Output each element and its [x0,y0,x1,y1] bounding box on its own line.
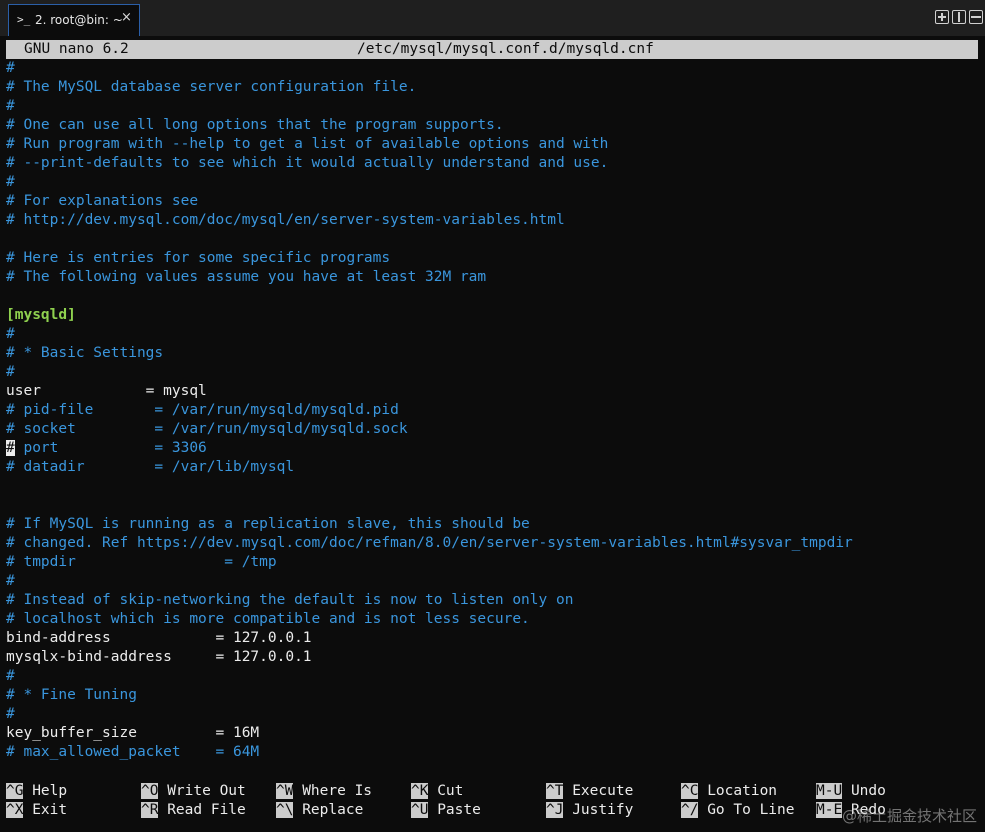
shortcut-key: ^J [546,802,564,818]
editor-line[interactable]: # datadir = /var/lib/mysql [6,458,978,477]
editor-line[interactable]: bind-address = 127.0.0.1 [6,629,978,648]
shortcut-key: M-E [816,802,843,818]
split-vertical-icon[interactable] [952,10,966,24]
editor-line[interactable] [6,477,978,496]
editor-line[interactable]: # port = 3306 [6,439,978,458]
editor-line[interactable]: # [6,59,978,78]
editor-line[interactable]: # [6,705,978,724]
shortcut-key: ^/ [681,802,699,818]
shortcut-replace[interactable]: ^\ Replace [276,801,363,820]
editor-line[interactable]: # [6,325,978,344]
editor-line[interactable]: # If MySQL is running as a replication s… [6,515,978,534]
tab-title: 2. root@bin: ~ [35,13,123,27]
terminal-prompt-icon: >_ [17,13,31,26]
editor-line[interactable]: # http://dev.mysql.com/doc/mysql/en/serv… [6,211,978,230]
text-cursor: # [6,440,15,456]
editor-line[interactable]: key_buffer_size = 16M [6,724,978,743]
shortcut-paste[interactable]: ^U Paste [411,801,481,820]
editor-line[interactable]: # Here is entries for some specific prog… [6,249,978,268]
shortcut-label: Help [32,783,68,799]
shortcut-key: ^W [276,783,294,799]
editor-line[interactable]: # [6,173,978,192]
shortcut-label: Justify [572,802,634,818]
editor-line[interactable]: mysqlx-bind-address = 127.0.0.1 [6,648,978,667]
shortcut-label: Execute [572,783,634,799]
editor-line[interactable]: # * Basic Settings [6,344,978,363]
shortcut-key: ^G [6,783,24,799]
shortcut-label: Paste [437,802,481,818]
shortcut-undo[interactable]: M-U Undo [816,782,886,801]
editor-line[interactable]: # Instead of skip-networking the default… [6,591,978,610]
nano-title-bar: GNU nano 6.2 /etc/mysql/mysql.conf.d/mys… [6,40,978,59]
editor-line[interactable]: # The MySQL database server configuratio… [6,78,978,97]
editor-line[interactable]: # For explanations see [6,192,978,211]
editor-line[interactable]: # [6,363,978,382]
split-horizontal-icon[interactable] [969,10,983,24]
shortcut-label: Replace [302,802,364,818]
shortcut-label: Exit [32,802,68,818]
shortcut-read-file[interactable]: ^R Read File [141,801,246,820]
terminal-tab-bar: >_ 2. root@bin: ~ × [0,0,985,36]
editor-line[interactable]: # socket = /var/run/mysqld/mysqld.sock [6,420,978,439]
editor-line[interactable]: # [6,667,978,686]
shortcut-redo[interactable]: M-E Redo [816,801,886,820]
shortcut-label: Write Out [167,783,246,799]
shortcut-label: Read File [167,802,246,818]
shortcut-write-out[interactable]: ^O Write Out [141,782,246,801]
editor-line[interactable]: # The following values assume you have a… [6,268,978,287]
editor-line[interactable]: # One can use all long options that the … [6,116,978,135]
editor-line[interactable]: # max_allowed_packet = 64M [6,743,978,762]
shortcut-label: Go To Line [707,802,795,818]
shortcut-justify[interactable]: ^J Justify [546,801,633,820]
window-controls [935,10,983,24]
file-path: /etc/mysql/mysql.conf.d/mysqld.cnf [357,41,654,57]
close-icon[interactable]: × [121,10,132,25]
shortcut-label: Redo [850,802,886,818]
editor-line[interactable]: # * Fine Tuning [6,686,978,705]
shortcut-help[interactable]: ^G Help [6,782,67,801]
shortcut-label: Location [707,783,778,799]
shortcut-exit[interactable]: ^X Exit [6,801,67,820]
shortcut-key: ^X [6,802,24,818]
editor-line[interactable]: # [6,572,978,591]
split-pane-icon[interactable] [935,10,949,24]
shortcut-key: ^U [411,802,429,818]
shortcut-label: Cut [437,783,464,799]
nano-version: GNU nano 6.2 [24,41,129,57]
editor-line[interactable]: user = mysql [6,382,978,401]
editor-line[interactable] [6,496,978,515]
shortcut-cut[interactable]: ^K Cut [411,782,463,801]
editor-line[interactable]: # localhost which is more compatible and… [6,610,978,629]
editor-line[interactable]: # --print-defaults to see which it would… [6,154,978,173]
editor-buffer[interactable]: # # The MySQL database server configurati… [6,59,978,762]
shortcut-label: Undo [850,783,886,799]
shortcut-key: ^K [411,783,429,799]
shortcut-key: ^R [141,802,159,818]
editor-line[interactable]: # pid-file = /var/run/mysqld/mysqld.pid [6,401,978,420]
shortcut-where-is[interactable]: ^W Where Is [276,782,372,801]
editor-line[interactable]: # tmpdir = /tmp [6,553,978,572]
shortcut-key: ^C [681,783,699,799]
editor-line[interactable] [6,230,978,249]
shortcut-label: Where Is [302,783,373,799]
shortcut-key: ^\ [276,802,294,818]
shortcut-execute[interactable]: ^T Execute [546,782,633,801]
shortcut-key: ^T [546,783,564,799]
editor-line[interactable]: [mysqld] [6,306,978,325]
tab-root-bin[interactable]: >_ 2. root@bin: ~ × [8,4,140,36]
shortcut-key: ^O [141,783,159,799]
editor-line[interactable]: # [6,97,978,116]
editor-line[interactable]: # Run program with --help to get a list … [6,135,978,154]
shortcut-location[interactable]: ^C Location [681,782,777,801]
editor-line[interactable]: # changed. Ref https://dev.mysql.com/doc… [6,534,978,553]
shortcut-go-to-line[interactable]: ^/ Go To Line [681,801,795,820]
shortcut-key: M-U [816,783,843,799]
shortcut-bar: ^G Help ^O Write Out ^W Where Is ^K Cut ^T E… [6,782,978,822]
editor-line[interactable] [6,287,978,306]
